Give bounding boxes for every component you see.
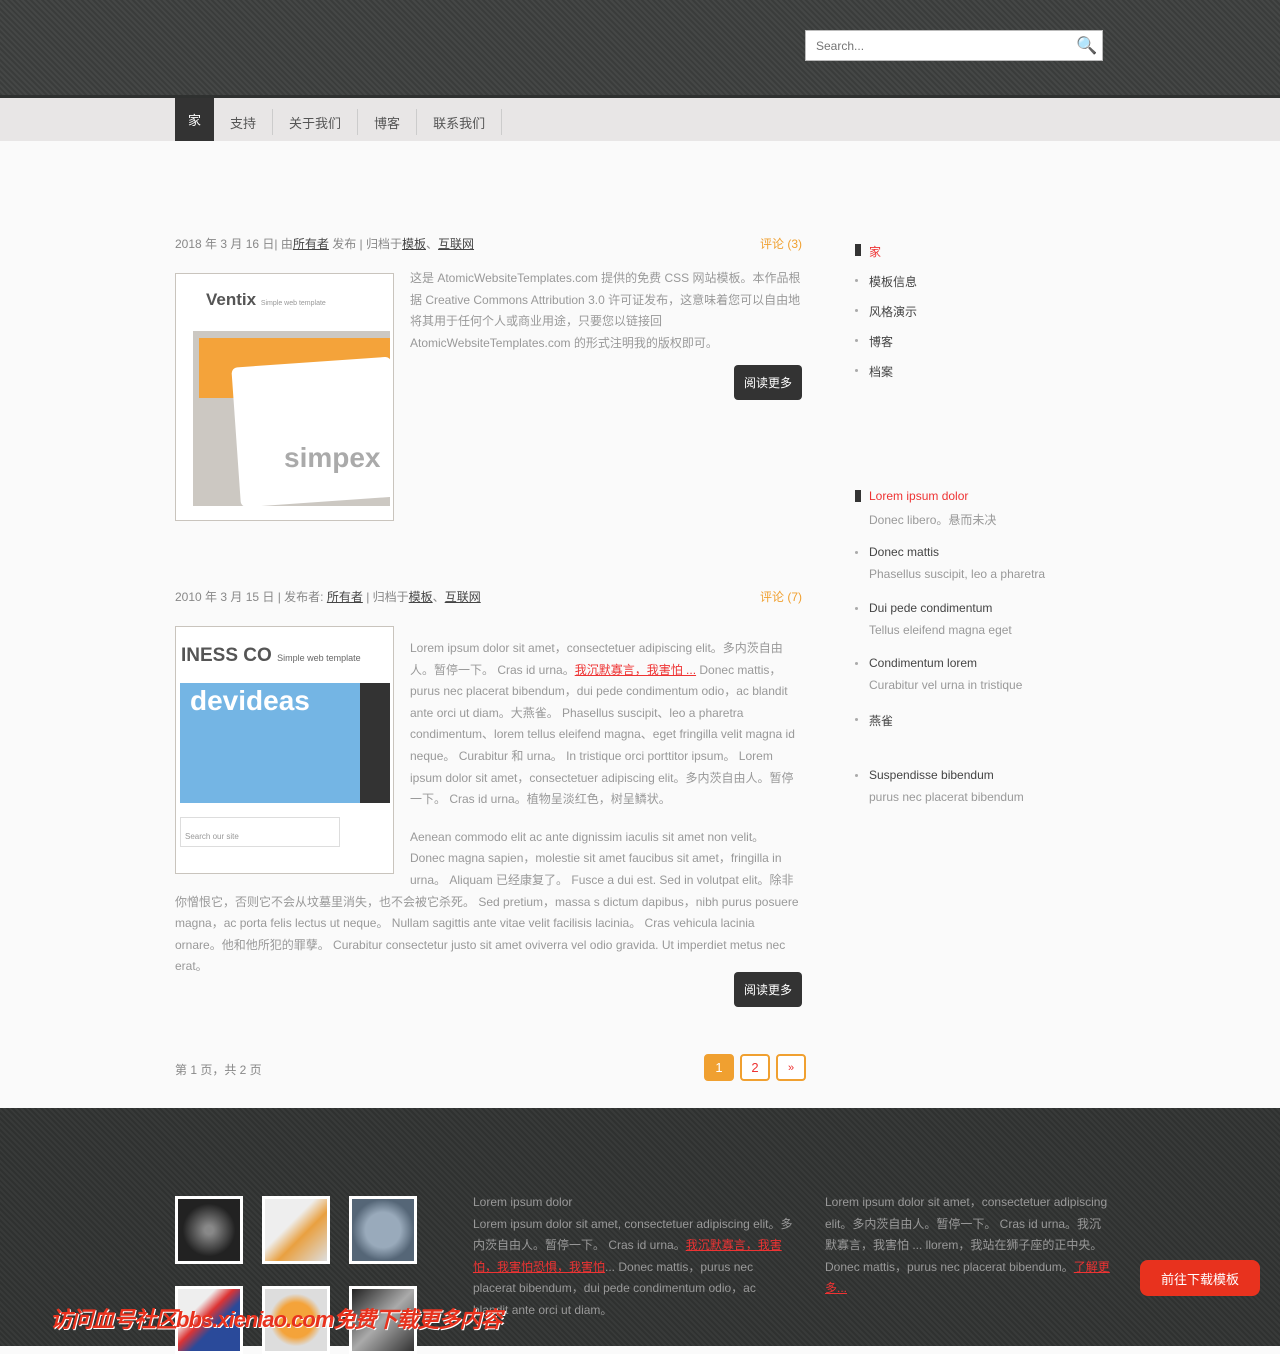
nav-blog[interactable]: 博客 — [358, 109, 418, 135]
comments-link[interactable]: 评论 (3) — [760, 235, 802, 252]
nav-about[interactable]: 关于我们 — [273, 109, 359, 135]
gallery-thumb[interactable] — [349, 1196, 417, 1264]
post-date: 2018 年 3 月 16 日| 由 — [175, 237, 293, 251]
thumb-logo: devideas — [190, 685, 310, 716]
sidebar-item[interactable]: 风格演示 — [855, 303, 1115, 333]
news-sub: Tellus eleifend magna eget — [869, 623, 1012, 637]
thumb-logo: simpex — [284, 442, 381, 473]
sep: 、 — [426, 237, 439, 251]
gallery-thumb[interactable] — [175, 1196, 243, 1264]
post: 2018 年 3 月 16 日| 由所有者 发布 | 归档于模板、互联网 评论 … — [175, 235, 802, 525]
meta-text: | 归档于 — [362, 590, 409, 604]
author-link[interactable]: 所有者 — [327, 590, 363, 604]
nav-home[interactable]: 家 — [175, 98, 215, 141]
post-date: 2010 年 3 月 15 日 | 发布者: — [175, 590, 327, 604]
category-link[interactable]: 模板 — [409, 590, 433, 604]
read-more-button[interactable]: 阅读更多 — [733, 972, 802, 1007]
post-meta: 2010 年 3 月 15 日 | 发布者: 所有者 | 归档于模板、互联网 评… — [175, 588, 802, 605]
search-box: 🔍 — [805, 30, 1103, 61]
page-2[interactable]: 2 — [740, 1054, 770, 1081]
search-icon[interactable]: 🔍 — [1072, 36, 1102, 56]
footer-col-2: Lorem ipsum dolor sit amet，consectetuer … — [825, 1192, 1110, 1300]
thumb-brand: Ventix Simple web template — [206, 290, 326, 309]
next-page[interactable]: » — [776, 1054, 806, 1081]
footer-col-1: Lorem ipsum dolor Lorem ipsum dolor sit … — [473, 1192, 793, 1322]
author-link[interactable]: 所有者 — [293, 237, 329, 251]
post-excerpt: 这是 AtomicWebsiteTemplates.com 提供的免费 CSS … — [410, 271, 801, 350]
category-link[interactable]: 互联网 — [438, 237, 474, 251]
news-item[interactable]: Donec mattis Phasellus suscipit, leo a ph… — [855, 545, 1115, 601]
sidebar-menu: 家 模板信息 风格演示 博客 档案 — [855, 243, 1115, 393]
page-1[interactable]: 1 — [704, 1054, 734, 1081]
sidebar-item-home[interactable]: 家 — [855, 243, 1115, 273]
sep: 、 — [432, 590, 445, 604]
sidebar-item[interactable]: 博客 — [855, 333, 1115, 363]
news-title[interactable]: Lorem ipsum dolor — [869, 489, 1115, 503]
news-item[interactable]: 燕雀 — [855, 712, 1115, 768]
news-item[interactable]: Dui pede condimentum Tellus eleifend magn… — [855, 601, 1115, 656]
page-count: 第 1 页，共 2 页 — [175, 1063, 262, 1077]
post-meta: 2018 年 3 月 16 日| 由所有者 发布 | 归档于模板、互联网 评论 … — [175, 235, 802, 252]
text: Lorem ipsum dolor sit amet，consectetuer … — [825, 1195, 1108, 1274]
news-title[interactable]: Suspendisse bibendum — [869, 768, 1115, 782]
news-sub: Curabitur vel urna in tristique — [869, 678, 1023, 692]
news-title[interactable]: Donec mattis — [869, 545, 1115, 559]
main-nav: 家 支持 关于我们 博客 联系我们 — [0, 98, 1280, 141]
download-template-button[interactable]: 前往下载模板 — [1140, 1260, 1260, 1296]
nav-support[interactable]: 支持 — [214, 109, 274, 135]
watermark: 访问血号社区bbs.xieniao.com免费下载更多内容 — [50, 1307, 502, 1332]
sidebar-news: Lorem ipsum dolor Donec libero。悬而未决 Donec… — [855, 489, 1115, 824]
read-more-button[interactable]: 阅读更多 — [733, 365, 802, 400]
news-item[interactable]: Condimentum lorem Curabitur vel urna in t… — [855, 656, 1115, 712]
sidebar-item[interactable]: 模板信息 — [855, 273, 1115, 303]
thumb-brand: INESS CO Simple web template — [181, 645, 361, 666]
gallery-thumb[interactable] — [262, 1196, 330, 1264]
post-thumbnail[interactable]: Ventix Simple web template simpex — [175, 273, 394, 521]
footer-title: Lorem ipsum dolor — [473, 1195, 573, 1209]
category-link[interactable]: 模板 — [402, 237, 426, 251]
news-item[interactable]: Lorem ipsum dolor Donec libero。悬而未决 — [855, 489, 1115, 545]
news-title[interactable]: 燕雀 — [869, 712, 1115, 729]
nav-contact[interactable]: 联系我们 — [417, 109, 503, 135]
post-thumbnail[interactable]: INESS CO Simple web template devideas Se… — [175, 626, 394, 874]
post: 2010 年 3 月 15 日 | 发布者: 所有者 | 归档于模板、互联网 评… — [175, 588, 802, 1008]
news-title[interactable]: Condimentum lorem — [869, 656, 1115, 670]
news-sub: Phasellus suscipit, leo a pharetra — [869, 567, 1046, 581]
news-sub: Donec libero。悬而未决 — [869, 513, 997, 527]
news-sub: purus nec placerat bibendum — [869, 790, 1024, 804]
category-link[interactable]: 互联网 — [445, 590, 481, 604]
text: Donec mattis，purus nec placerat bibendum… — [410, 662, 795, 807]
inline-link[interactable]: 我沉默寡言，我害怕 ... — [575, 663, 696, 677]
news-item[interactable]: Suspendisse bibendum purus nec placerat b… — [855, 768, 1115, 824]
search-input[interactable] — [806, 38, 1072, 53]
thumb-search: Search our site — [180, 817, 340, 847]
news-title[interactable]: Dui pede condimentum — [869, 601, 1115, 615]
sidebar-item[interactable]: 档案 — [855, 363, 1115, 393]
header: 🔍 — [0, 0, 1280, 98]
comments-link[interactable]: 评论 (7) — [760, 588, 802, 605]
meta-text: 发布 | 归档于 — [328, 237, 402, 251]
